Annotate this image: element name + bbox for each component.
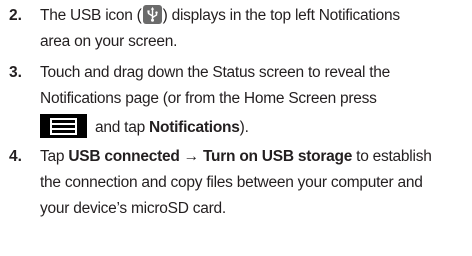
- step-text: ) displays in the top left Notifications: [162, 7, 401, 24]
- step-text-line: and tap Notifications).: [40, 114, 249, 141]
- step-text-line: The USB icon ( ) displays in the top lef…: [40, 3, 400, 29]
- step-text: Tap: [40, 148, 69, 165]
- step-text: The USB icon (: [40, 7, 142, 24]
- step-text-line: Touch and drag down the Status screen to…: [40, 64, 391, 81]
- menu-icon: [40, 114, 87, 138]
- step-text-line: Tap USB connected → Turn on USB storage …: [40, 144, 432, 170]
- step-number: 3.: [9, 64, 22, 81]
- step-text: and tap: [95, 119, 150, 136]
- step-number: 2.: [9, 7, 22, 24]
- step-text: to establish: [352, 148, 432, 165]
- step-text-bold: Notifications: [149, 119, 240, 136]
- usb-icon: [142, 5, 162, 24]
- step-text-line: area on your screen.: [40, 33, 178, 50]
- step-text-line: your device’s microSD card.: [40, 200, 226, 217]
- step-text-line: the connection and copy files between yo…: [40, 174, 423, 191]
- step-text-bold: USB connected → Turn on USB storage: [68, 148, 353, 165]
- step-text-line: Notifications page (or from the Home Scr…: [40, 90, 377, 107]
- step-text: ).: [239, 119, 249, 136]
- step-number: 4.: [9, 148, 22, 165]
